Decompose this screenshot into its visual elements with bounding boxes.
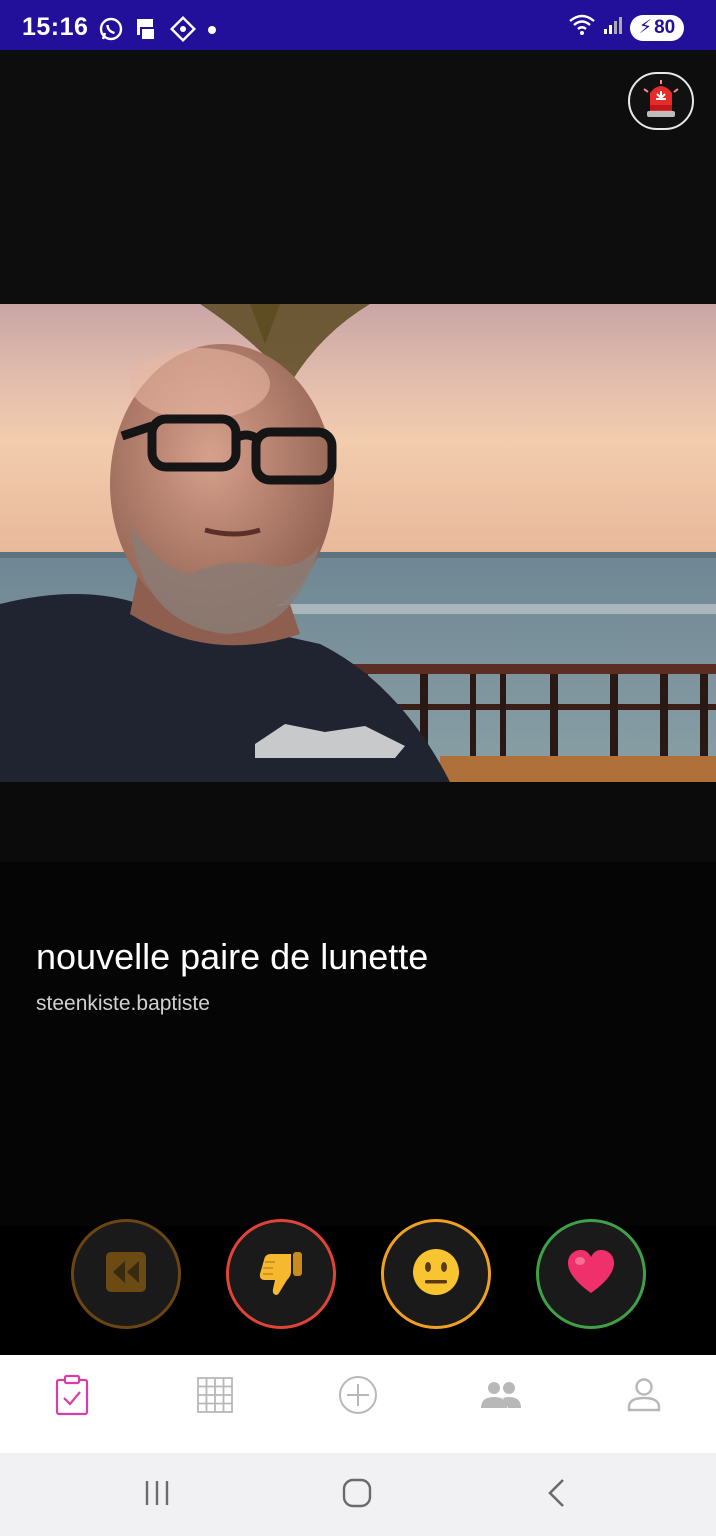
status-notification-icons xyxy=(98,16,218,42)
signal-icon xyxy=(602,14,624,41)
status-time: 15:16 xyxy=(22,13,89,41)
grid-icon xyxy=(196,1376,234,1419)
dislike-button[interactable] xyxy=(226,1219,336,1329)
back-button[interactable] xyxy=(527,1475,587,1515)
heart-icon xyxy=(566,1249,616,1300)
battery-icon: ⚡ 80 xyxy=(630,14,684,41)
nav-add[interactable] xyxy=(328,1367,388,1427)
nav-grid[interactable] xyxy=(185,1367,245,1427)
post-username[interactable]: steenkiste.baptiste xyxy=(36,992,210,1016)
post-info xyxy=(0,862,716,1226)
feed-icon xyxy=(54,1374,90,1421)
post-photo[interactable] xyxy=(0,304,716,782)
status-bar: 15:16 ⚡ 80 xyxy=(0,0,716,50)
nav-friends[interactable] xyxy=(471,1367,531,1427)
game-icon xyxy=(170,16,196,42)
like-button[interactable] xyxy=(536,1219,646,1329)
rewind-button[interactable] xyxy=(71,1219,181,1329)
charging-bolt-icon: ⚡ xyxy=(638,17,653,38)
bottom-navigation xyxy=(0,1355,716,1453)
app-screen: 15:16 ⚡ 80 nouvelle paire de lunette ste… xyxy=(0,0,716,1536)
profile-icon xyxy=(626,1377,662,1418)
home-icon xyxy=(342,1478,372,1513)
sim-icon xyxy=(134,16,160,42)
group-icon xyxy=(480,1381,522,1414)
neutral-face-icon xyxy=(411,1247,461,1302)
report-alarm-button[interactable] xyxy=(628,72,694,130)
whatsapp-icon xyxy=(98,16,124,42)
post-title: nouvelle paire de lunette xyxy=(36,936,429,977)
recents-button[interactable] xyxy=(127,1475,187,1515)
back-icon xyxy=(545,1477,569,1514)
system-navigation-bar xyxy=(0,1453,716,1536)
thumbs-down-icon xyxy=(257,1248,305,1301)
nav-feed[interactable] xyxy=(42,1367,102,1427)
police-light-icon xyxy=(643,79,679,124)
media-bottom-padding xyxy=(0,782,716,862)
recents-icon xyxy=(142,1479,172,1512)
media-top-padding xyxy=(0,50,716,304)
post-photo-image xyxy=(0,304,716,782)
neutral-button[interactable] xyxy=(381,1219,491,1329)
rewind-icon xyxy=(105,1251,147,1298)
battery-level: 80 xyxy=(654,16,676,38)
add-icon xyxy=(338,1375,378,1420)
status-system-icons: ⚡ 80 xyxy=(568,14,684,41)
wifi-icon xyxy=(568,14,596,41)
home-button[interactable] xyxy=(327,1475,387,1515)
nav-profile[interactable] xyxy=(614,1367,674,1427)
dot-icon xyxy=(206,16,218,42)
